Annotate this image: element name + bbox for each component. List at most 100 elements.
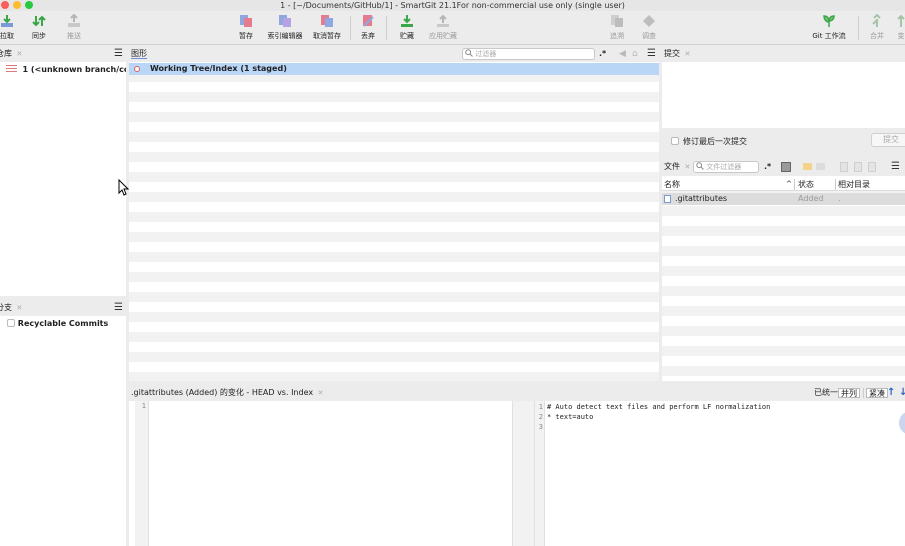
merge-label: 合并: [870, 32, 884, 40]
title-bar: 1 - [~/Documents/GitHub/1] - SmartGit 21…: [0, 0, 905, 11]
files-filter-placeholder: 文件过滤器: [706, 163, 742, 171]
diff-close-icon[interactable]: ✕: [318, 389, 324, 397]
trace-label: 追溯: [610, 32, 624, 40]
table-row[interactable]: .gitattributes Added .: [662, 193, 905, 205]
files-table: 名称 ^ 状态 相对目录 .gitattributes Added .: [662, 176, 905, 381]
push-button[interactable]: 推送: [62, 13, 86, 43]
stash-icon: [401, 15, 413, 27]
diff-connector-gutter: [512, 401, 535, 546]
next-change-icon[interactable]: ↓: [899, 385, 905, 401]
push-icon: [68, 14, 80, 27]
compact-toggle[interactable]: 紧凑: [866, 388, 888, 398]
working-tree-node-icon: [134, 66, 140, 72]
folder-gray-icon[interactable]: [816, 163, 825, 170]
unified-toggle[interactable]: 已统一: [814, 385, 838, 401]
file-icon[interactable]: [868, 162, 876, 172]
repositories-list: 1 (<unknown branch/com: [0, 62, 126, 296]
pull-icon: [1, 15, 13, 27]
repositories-title: 仓库: [0, 49, 12, 58]
file-directory: .: [838, 194, 841, 203]
index-editor-button[interactable]: 索引编辑器: [264, 13, 306, 43]
branches-close-icon[interactable]: ✕: [17, 304, 23, 312]
discard-button[interactable]: 丢弃: [358, 13, 378, 43]
code-line: * text=auto: [547, 413, 594, 421]
investigate-icon: [643, 15, 655, 27]
right-line-number: 1: [538, 403, 543, 411]
branch-checkbox[interactable]: [7, 319, 15, 327]
branches-list: Recyclable Commits: [0, 316, 126, 546]
investigate-label: 调查: [642, 32, 656, 40]
commit-button[interactable]: 提交: [871, 133, 905, 147]
merge-button[interactable]: 合并: [866, 13, 888, 43]
files-title: 文件: [664, 162, 680, 171]
stage-button[interactable]: 暂存: [236, 13, 256, 43]
left-line-number: 1: [141, 402, 146, 410]
branch-item[interactable]: Recyclable Commits: [7, 319, 108, 329]
previous-change-icon[interactable]: ↑: [887, 385, 895, 401]
trace-button[interactable]: 追溯: [606, 13, 628, 43]
column-divider[interactable]: [794, 179, 795, 190]
apply-stash-icon: [437, 14, 449, 27]
column-status[interactable]: 状态: [798, 178, 814, 191]
staged-files-toggle-icon[interactable]: [781, 162, 791, 172]
diff-title: .gitattributes (Added) 的变化 - HEAD vs. In…: [131, 388, 314, 397]
branches-menu-icon[interactable]: ☰: [114, 300, 123, 316]
toolbar-separator: [858, 16, 859, 40]
unstage-button[interactable]: 取消暂存: [310, 13, 344, 43]
index-editor-icon: [279, 15, 291, 27]
files-menu-icon[interactable]: ☰: [891, 159, 900, 175]
graph-row-working-tree[interactable]: Working Tree/Index (1 staged): [129, 63, 659, 75]
column-divider[interactable]: [835, 179, 836, 190]
investigate-button[interactable]: 调查: [638, 13, 660, 43]
side-by-side-toggle[interactable]: 并列: [838, 388, 860, 398]
git-flow-button[interactable]: Git 工作流: [806, 13, 852, 43]
files-regex-toggle[interactable]: .*: [764, 159, 771, 175]
files-filter-input[interactable]: 文件过滤器: [693, 161, 759, 173]
git-flow-label: Git 工作流: [812, 32, 846, 40]
right-gutter: 1 2 3: [535, 401, 545, 546]
rebase-icon: [897, 14, 905, 27]
mouse-cursor-icon: [118, 179, 129, 196]
folder-icon[interactable]: [803, 163, 812, 170]
repositories-close-icon[interactable]: ✕: [17, 50, 23, 58]
search-icon: [465, 49, 473, 57]
left-editor[interactable]: [149, 401, 512, 546]
sort-ascending-icon: ^: [786, 180, 792, 188]
sync-button[interactable]: 同步: [28, 13, 50, 43]
repositories-menu-icon[interactable]: ☰: [114, 46, 123, 62]
unstage-icon: [321, 15, 333, 27]
files-close-icon[interactable]: ✕: [685, 163, 691, 171]
right-editor[interactable]: # Auto detect text files and perform LF …: [545, 401, 905, 546]
repository-icon: [6, 65, 17, 72]
rebase-button[interactable]: 变: [894, 13, 905, 43]
graph-menu-icon[interactable]: ☰: [647, 46, 656, 62]
amend-checkbox[interactable]: [671, 137, 679, 145]
discard-icon: [363, 15, 374, 27]
right-line-number: 2: [538, 413, 543, 421]
added-file-icon: [664, 195, 671, 203]
files-header: 文件 ✕ 文件过滤器 .* ☰: [662, 159, 905, 175]
back-arrow-icon[interactable]: ◀: [619, 46, 626, 62]
git-flow-icon: [823, 15, 835, 27]
column-name[interactable]: 名称: [664, 178, 680, 191]
pull-label: 拉取: [0, 32, 14, 40]
code-line: # Auto detect text files and perform LF …: [547, 403, 771, 411]
graph-row-label: Working Tree/Index (1 staged): [150, 64, 287, 73]
stash-button[interactable]: 贮藏: [394, 13, 420, 43]
pull-button[interactable]: 拉取: [0, 13, 18, 43]
apply-stash-button[interactable]: 应用贮藏: [426, 13, 460, 43]
commit-message-input[interactable]: [662, 62, 905, 128]
graph-regex-toggle[interactable]: .*: [599, 46, 606, 62]
file-icon[interactable]: [854, 162, 862, 172]
column-directory[interactable]: 相对目录: [838, 178, 870, 191]
graph-filter-input[interactable]: 过滤器: [462, 48, 595, 60]
commit-close-icon[interactable]: ✕: [685, 50, 691, 58]
diff-toolbar-divider: [863, 388, 864, 398]
stash-label: 贮藏: [400, 32, 414, 40]
unstage-label: 取消暂存: [313, 32, 341, 40]
repository-item[interactable]: 1 (<unknown branch/com: [0, 64, 126, 76]
home-icon[interactable]: ⌂: [632, 46, 638, 62]
file-icon[interactable]: [840, 162, 848, 172]
file-status: Added: [798, 194, 824, 203]
toolbar-separator: [350, 16, 351, 40]
